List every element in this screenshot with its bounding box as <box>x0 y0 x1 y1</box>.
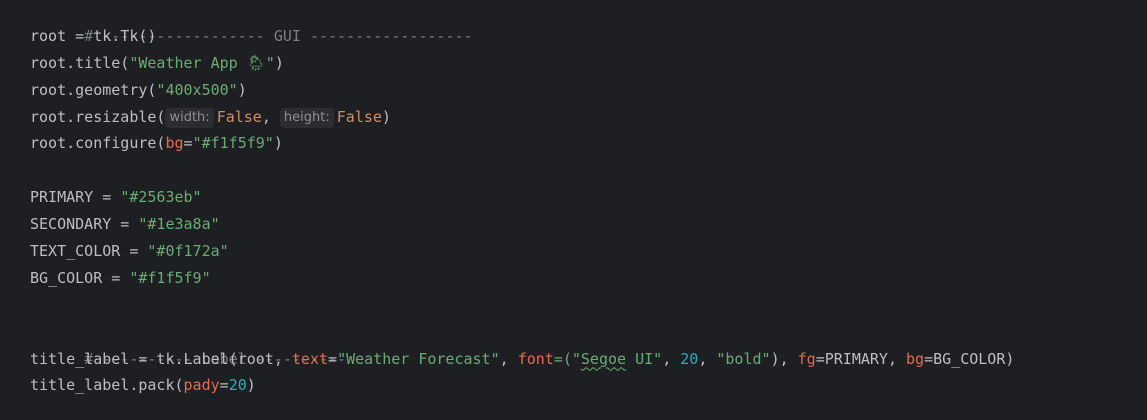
font-size-number: 20 <box>680 349 699 368</box>
close-paren: ) <box>237 80 247 99</box>
code-line-9: SECONDARY = "#1e3a8a" <box>30 211 1147 238</box>
pack-call: title_label.pack( <box>30 376 184 395</box>
code-line-13: # ---------- Label ---------- <box>30 319 1147 368</box>
code-line-15: title_label.pack(pady=20) <box>30 372 1147 399</box>
font-weight-string: "bold" <box>716 349 771 368</box>
var-primary: PRIMARY <box>30 188 94 207</box>
geometry-string: "400x500" <box>156 80 238 99</box>
equals: = <box>219 376 229 395</box>
pady-number: 20 <box>228 376 247 395</box>
fg-value: =PRIMARY, <box>815 349 907 368</box>
close-paren: ) <box>246 376 256 395</box>
code-line-10: TEXT_COLOR = "#0f172a" <box>30 238 1147 265</box>
code-line-6: root.configure(bg="#f1f5f9") <box>30 130 1147 157</box>
assign-op: = <box>120 242 148 261</box>
bg-color-string: "#f1f5f9" <box>129 268 211 287</box>
code-line-8: PRIMARY = "#2563eb" <box>30 184 1147 211</box>
comma: , <box>261 107 280 126</box>
call-tk: tk.Tk() <box>93 26 157 45</box>
param-fg: fg <box>797 349 816 368</box>
param-bg: bg <box>906 349 925 368</box>
code-line-14: title_label = tk.Label(root, text="Weath… <box>30 346 1147 373</box>
code-area[interactable]: # ------------------ GUI ---------------… <box>30 0 1147 399</box>
assign-op: = <box>93 188 121 207</box>
bg-string: "#f1f5f9" <box>192 134 274 153</box>
var-secondary: SECONDARY <box>30 215 112 234</box>
font-tuple-open: =(" <box>553 349 581 368</box>
close-paren: ) <box>381 107 391 126</box>
font-name-rest: UI" <box>626 349 663 368</box>
tuple-close: ), <box>770 349 798 368</box>
secondary-string: "#1e3a8a" <box>138 215 220 234</box>
false-keyword: False <box>336 107 382 126</box>
code-line-3: root.title("Weather App 🌦") <box>30 50 1147 77</box>
assign-op: = <box>66 26 94 45</box>
code-line-1: # ------------------ GUI ---------------… <box>30 0 1147 45</box>
inlay-hint-width: width: <box>165 107 214 128</box>
assign-op: = <box>111 215 139 234</box>
var-root: root <box>30 26 67 45</box>
var-bg-color: BG_COLOR <box>30 268 103 287</box>
code-line-4: root.geometry("400x500") <box>30 77 1147 104</box>
equals: = <box>183 134 193 153</box>
var-text-color: TEXT_COLOR <box>30 242 121 261</box>
close-paren: ) <box>273 134 283 153</box>
equals: = <box>328 349 338 368</box>
code-line-11: BG_COLOR = "#f1f5f9" <box>30 265 1147 292</box>
false-keyword: False <box>216 107 262 126</box>
resizable-call: root.resizable( <box>30 107 166 126</box>
bg-value: =BG_COLOR) <box>924 349 1015 368</box>
param-font: font <box>517 349 554 368</box>
geometry-call: root.geometry( <box>30 80 157 99</box>
configure-call: root.configure( <box>30 134 166 153</box>
param-text: text <box>291 349 329 368</box>
comma: , <box>698 349 717 368</box>
comma: , <box>499 349 518 368</box>
title-call: root.title( <box>30 53 130 72</box>
code-line-5: root.resizable(width: False, height: False… <box>30 104 1147 131</box>
close-paren: ) <box>274 53 284 72</box>
font-name-typo: Segoe <box>580 349 627 368</box>
code-editor[interactable]: # ------------------ GUI ---------------… <box>0 0 1147 420</box>
param-pady: pady <box>183 376 220 395</box>
title-string: "Weather App 🌦" <box>129 53 275 72</box>
param-bg: bg <box>165 134 184 153</box>
primary-string: "#2563eb" <box>120 188 202 207</box>
label-call: title_label = tk.Label(root, <box>30 349 292 368</box>
text-color-string: "#0f172a" <box>147 242 229 261</box>
inlay-hint-height: height: <box>279 107 334 128</box>
assign-op: = <box>102 268 130 287</box>
comma: , <box>662 349 681 368</box>
text-string: "Weather Forecast" <box>337 349 500 368</box>
